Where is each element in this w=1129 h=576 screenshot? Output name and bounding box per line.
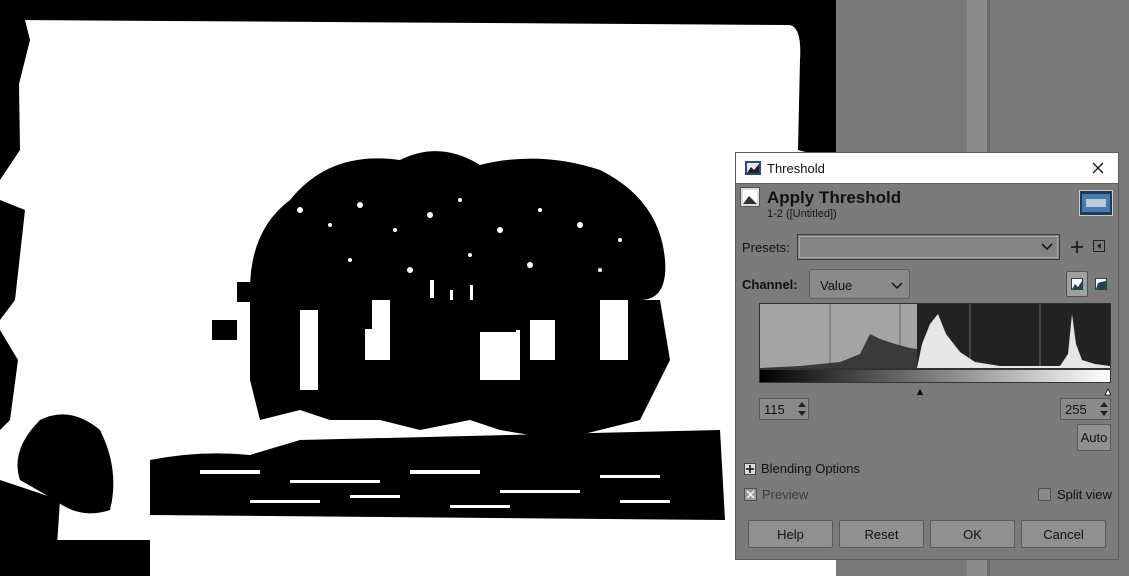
histogram-graph <box>760 304 1110 368</box>
image-canvas[interactable] <box>0 0 836 576</box>
close-icon <box>1092 162 1104 174</box>
blending-options-label: Blending Options <box>761 461 861 476</box>
value-gradient-bar <box>759 369 1111 383</box>
dialog-header: Apply Threshold 1-2 ([Untitled]) <box>736 184 1118 224</box>
collapse-icon <box>1093 240 1105 252</box>
linear-histogram-icon <box>1071 278 1083 290</box>
threshold-app-icon <box>745 161 761 175</box>
histogram-view[interactable] <box>759 303 1111 369</box>
cancel-button[interactable]: Cancel <box>1021 520 1106 548</box>
log-histogram-icon <box>1095 278 1107 290</box>
presets-label: Presets: <box>742 240 790 255</box>
plus-icon <box>1071 241 1083 253</box>
low-handle[interactable] <box>917 389 923 395</box>
log-histogram-button[interactable] <box>1090 271 1112 297</box>
threshold-dialog: Threshold Apply Threshold 1-2 ([Untitled… <box>735 152 1119 560</box>
channel-value: Value <box>820 278 853 293</box>
ok-button[interactable]: OK <box>930 520 1015 548</box>
threshold-tool-icon <box>740 187 760 207</box>
checkbox-empty <box>1038 488 1051 501</box>
add-preset-button[interactable] <box>1068 238 1086 256</box>
dialog-titlebar[interactable]: Threshold <box>736 153 1118 184</box>
help-button[interactable]: Help <box>748 520 833 548</box>
chevron-down-icon <box>891 282 903 290</box>
preview-label: Preview <box>762 487 809 502</box>
checkbox-x-icon <box>744 488 757 501</box>
expand-plus-icon <box>744 462 756 475</box>
channel-combo[interactable]: Value <box>809 269 910 299</box>
reset-button[interactable]: Reset <box>839 520 924 548</box>
channel-label: Channel: <box>742 277 798 292</box>
low-threshold-spinner[interactable]: 115 <box>759 398 809 420</box>
thresholded-image <box>0 0 836 576</box>
high-threshold-spinner[interactable]: 255 <box>1060 398 1111 420</box>
high-handle[interactable] <box>1104 388 1112 396</box>
blending-options-expander[interactable]: Blending Options <box>744 461 860 476</box>
preset-menu-button[interactable] <box>1090 237 1108 255</box>
close-button[interactable] <box>1078 153 1118 183</box>
header-title: Apply Threshold <box>767 188 902 207</box>
chevron-down-icon <box>1041 243 1053 251</box>
header-subtitle: 1-2 ([Untitled]) <box>767 208 837 220</box>
split-view-checkbox[interactable]: Split view <box>1038 487 1112 502</box>
preview-checkbox[interactable]: Preview <box>744 487 808 502</box>
spin-arrows-icon[interactable] <box>796 399 808 419</box>
dialog-title: Threshold <box>767 160 825 176</box>
high-threshold-value: 255 <box>1065 402 1087 417</box>
auto-button[interactable]: Auto <box>1077 424 1111 451</box>
threshold-slider[interactable] <box>759 383 1112 396</box>
low-threshold-value: 115 <box>764 402 785 417</box>
split-view-label: Split view <box>1057 487 1112 502</box>
presets-combo[interactable] <box>797 234 1060 260</box>
spin-arrows-icon[interactable] <box>1098 399 1110 419</box>
image-thumbnail <box>1079 190 1113 216</box>
linear-histogram-button[interactable] <box>1066 271 1088 297</box>
